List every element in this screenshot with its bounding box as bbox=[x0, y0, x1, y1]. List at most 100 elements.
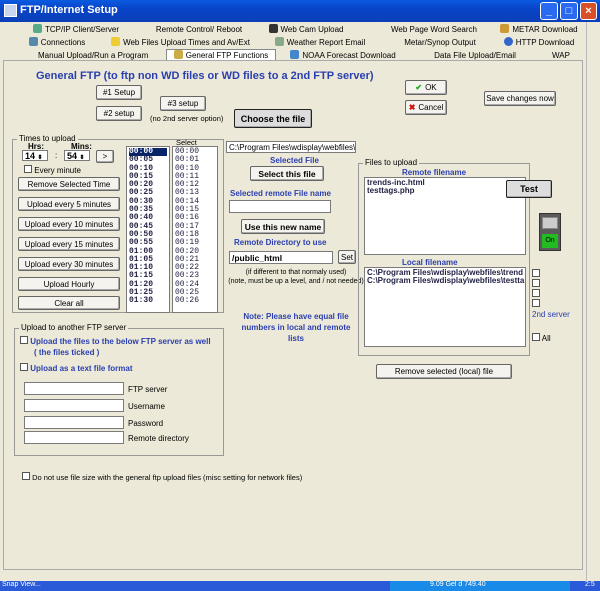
test-button[interactable]: Test bbox=[506, 180, 552, 198]
choose-file-button[interactable]: Choose the file bbox=[234, 109, 312, 128]
remote-dir-note: (if different to that normaly used) (not… bbox=[228, 269, 364, 285]
time-list-item[interactable]: 00:26 bbox=[175, 297, 215, 306]
file-path-field[interactable]: C:\Program Files\wdisplay\webfiles\testt bbox=[226, 141, 356, 153]
remove-local-button[interactable]: Remove selected (local) file bbox=[376, 364, 512, 379]
every-minute-label: Every minute bbox=[34, 166, 81, 175]
opt1-row[interactable]: Upload the files to the below FTP server… bbox=[20, 336, 211, 346]
server2-checkbox-2[interactable] bbox=[532, 279, 540, 287]
text-format-checkbox[interactable] bbox=[20, 363, 28, 371]
setup3-note: (no 2nd server option) bbox=[150, 114, 224, 123]
network-icon bbox=[28, 37, 38, 46]
remote-directory-label: Remote directory bbox=[128, 434, 189, 443]
bottom-option-row[interactable]: Do not use file size with the general ft… bbox=[22, 472, 302, 482]
time-list-item[interactable]: 01:30 bbox=[129, 297, 167, 306]
server2-checkbox-1[interactable] bbox=[532, 269, 540, 277]
app-icon bbox=[4, 4, 17, 17]
another-ftp-title: Upload to another FTP server bbox=[19, 323, 129, 332]
every-minute-checkbox[interactable] bbox=[24, 165, 32, 173]
tab-tcpip[interactable]: TCP/IP Client/Server bbox=[26, 24, 126, 36]
upload-10-button[interactable]: Upload every 10 minutes bbox=[18, 217, 120, 231]
on-indicator: On bbox=[542, 234, 558, 248]
equal-files-note: Note: Please have equal file numbers in … bbox=[241, 312, 351, 343]
tab-metar-synop[interactable]: Metar/Synop Output bbox=[404, 37, 476, 49]
local-files-list[interactable]: C:\Program Files\wdisplay\webfiles\trend… bbox=[364, 267, 526, 347]
use-new-name-button[interactable]: Use this new name bbox=[241, 219, 325, 234]
selected-file-label: Selected File bbox=[270, 156, 319, 165]
all-checkbox[interactable] bbox=[532, 333, 540, 341]
remote-directory-input[interactable] bbox=[24, 431, 124, 444]
tab-web-files[interactable]: Web Files Upload Times and Av/Ext bbox=[108, 37, 253, 49]
clear-all-button[interactable]: Clear all bbox=[18, 296, 120, 310]
files-title: Files to upload bbox=[363, 158, 420, 167]
ok-button[interactable]: ✔ OK bbox=[405, 80, 447, 95]
upload-as-well-checkbox[interactable] bbox=[20, 336, 28, 344]
list-item[interactable]: C:\Program Files\wdisplay\webfiles\testt… bbox=[367, 276, 524, 285]
clock-icon bbox=[111, 37, 121, 46]
hrs-spinner[interactable]: 14 ⬍ bbox=[22, 150, 48, 161]
server2-checkbox-4[interactable] bbox=[532, 299, 540, 307]
taskbar: Snap View... 9.09 Gel d 749.40 2:5 bbox=[0, 581, 600, 591]
ftp-server-input[interactable] bbox=[24, 382, 124, 395]
tab-remote-control[interactable]: Remote Control/ Reboot bbox=[154, 24, 244, 36]
tab-row-1: TCP/IP Client/Server Remote Control/ Reb… bbox=[4, 24, 584, 36]
network-icon bbox=[32, 24, 42, 33]
title-bar: FTP/Internet Setup _ □ × bbox=[0, 0, 600, 22]
all-row[interactable]: All bbox=[532, 333, 551, 343]
setup1-button[interactable]: #1 Setup bbox=[96, 85, 142, 100]
username-label: Username bbox=[128, 402, 165, 411]
tab-weather-email[interactable]: Weather Report Email bbox=[272, 37, 368, 49]
opt1-label: Upload the files to the below FTP server… bbox=[30, 337, 211, 346]
upload-5-button[interactable]: Upload every 5 minutes bbox=[18, 197, 120, 211]
second-server-label: 2nd server bbox=[532, 310, 570, 319]
camera-icon bbox=[268, 24, 278, 33]
times-title: Times to upload bbox=[17, 134, 78, 143]
noaa-icon bbox=[290, 50, 300, 59]
opt2-row[interactable]: Upload as a text file format bbox=[20, 363, 132, 373]
opt2-label: Upload as a text file format bbox=[30, 364, 133, 373]
select-times-list[interactable]: 00:00 00:01 00:10 00:11 00:12 00:13 00:14 00:15… bbox=[172, 146, 218, 313]
remote-dir-input[interactable]: /public_html bbox=[229, 251, 333, 264]
minimize-button[interactable]: _ bbox=[540, 2, 558, 20]
opt1b-label: ( the files ticked ) bbox=[34, 348, 100, 357]
password-input[interactable] bbox=[24, 416, 124, 429]
setup2-button[interactable]: #2 setup bbox=[96, 106, 142, 121]
ftp-icon bbox=[173, 50, 183, 59]
upload-hourly-button[interactable]: Upload Hourly bbox=[18, 277, 120, 291]
server2-checkbox-3[interactable] bbox=[532, 289, 540, 297]
add-time-button[interactable]: > bbox=[96, 150, 114, 163]
cancel-button[interactable]: ✖ Cancel bbox=[405, 100, 447, 115]
upload-30-button[interactable]: Upload every 30 minutes bbox=[18, 257, 120, 271]
no-file-size-checkbox[interactable] bbox=[22, 472, 30, 480]
spinner-icon: ⬍ bbox=[79, 155, 85, 161]
x-icon: ✖ bbox=[408, 103, 416, 112]
username-input[interactable] bbox=[24, 399, 124, 412]
remove-selected-time-button[interactable]: Remove Selected Time bbox=[18, 177, 120, 191]
tab-connections[interactable]: Connections bbox=[22, 37, 92, 49]
set-dir-button[interactable]: Set bbox=[338, 250, 356, 264]
list-item[interactable]: testtags.php bbox=[367, 186, 523, 195]
remote-filename-input[interactable] bbox=[229, 200, 331, 213]
upload-15-button[interactable]: Upload every 15 minutes bbox=[18, 237, 120, 251]
tab-metar[interactable]: METAR Download bbox=[494, 24, 584, 36]
every-minute-row[interactable]: Every minute bbox=[24, 165, 81, 175]
globe-icon bbox=[503, 37, 513, 46]
taskbar-item[interactable]: Snap View... bbox=[2, 581, 41, 588]
tab-http-download[interactable]: HTTP Download bbox=[498, 37, 580, 49]
select-file-button[interactable]: Select this file bbox=[250, 166, 324, 181]
tab-word-search[interactable]: Web Page Word Search bbox=[384, 24, 484, 36]
tab-webcam[interactable]: Web Cam Upload bbox=[266, 24, 346, 36]
window-scrollbar[interactable] bbox=[586, 22, 600, 581]
maximize-button[interactable]: □ bbox=[560, 2, 578, 20]
toggle-switch[interactable]: On bbox=[539, 213, 561, 251]
tab-row-2: Connections Web Files Upload Times and A… bbox=[4, 37, 584, 49]
window-title: FTP/Internet Setup bbox=[20, 4, 118, 16]
close-button[interactable]: × bbox=[580, 2, 597, 20]
times-list[interactable]: 00:00 00:05 00:10 00:15 00:20 00:25 00:30 00:35… bbox=[126, 146, 170, 313]
mins-spinner[interactable]: 54 ⬍ bbox=[64, 150, 90, 161]
clock: 2:5 bbox=[585, 581, 595, 588]
save-changes-button[interactable]: Save changes now bbox=[484, 91, 556, 106]
selected-remote-label: Selected remote File name bbox=[230, 189, 331, 198]
spinner-icon: ⬍ bbox=[37, 155, 43, 161]
remote-files-list[interactable]: trends-inc.html testtags.php bbox=[364, 177, 526, 255]
setup3-button[interactable]: #3 setup bbox=[160, 96, 206, 111]
